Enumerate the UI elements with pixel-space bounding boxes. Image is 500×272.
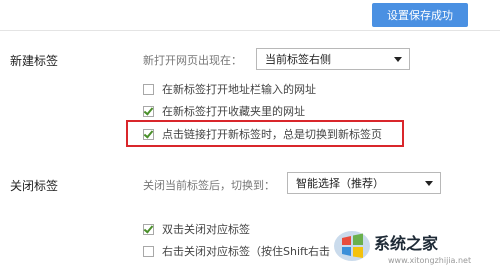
option-open-address-bar[interactable]: 在新标签打开地址栏输入的网址 — [143, 81, 316, 97]
option-label: 双击关闭对应标签 — [162, 223, 250, 236]
open-position-select[interactable]: 当前标签右侧 — [256, 48, 410, 70]
watermark-logo: 系统之家 www.xitongzhijia.net — [328, 220, 500, 272]
watermark-url: www.xitongzhijia.net — [388, 256, 472, 265]
open-position-value: 当前标签右侧 — [265, 53, 331, 66]
checkbox-checked-icon[interactable] — [143, 105, 154, 117]
red-highlight-box — [126, 120, 404, 147]
watermark-brand: 系统之家 — [374, 234, 439, 253]
save-settings-button[interactable]: 设置保存成功 — [372, 3, 468, 27]
header-divider — [0, 30, 500, 31]
chevron-down-icon — [425, 181, 433, 186]
option-open-favorites[interactable]: 在新标签打开收藏夹里的网址 — [143, 103, 305, 119]
windows-logo-icon — [334, 231, 370, 261]
option-double-click-close[interactable]: 双击关闭对应标签 — [143, 221, 250, 237]
close-tab-section-title: 关闭标签 — [10, 179, 59, 193]
after-close-select[interactable]: 智能选择（推荐） — [287, 172, 441, 194]
option-label: 在新标签打开收藏夹里的网址 — [162, 105, 305, 118]
after-close-label: 关闭当前标签后，切换到： — [143, 179, 275, 192]
after-close-value: 智能选择（推荐） — [296, 177, 384, 190]
open-position-label: 新打开网页出现在： — [143, 54, 242, 67]
new-tab-section-title: 新建标签 — [10, 54, 59, 68]
checkbox-icon[interactable] — [143, 83, 154, 95]
checkbox-checked-icon[interactable] — [143, 223, 154, 235]
checkbox-icon[interactable] — [143, 245, 154, 257]
option-label: 在新标签打开地址栏输入的网址 — [162, 83, 316, 96]
option-label: 右击关闭对应标签（按住Shift右击 — [162, 245, 331, 258]
chevron-down-icon — [394, 57, 402, 62]
option-right-click-close[interactable]: 右击关闭对应标签（按住Shift右击 — [143, 243, 330, 259]
